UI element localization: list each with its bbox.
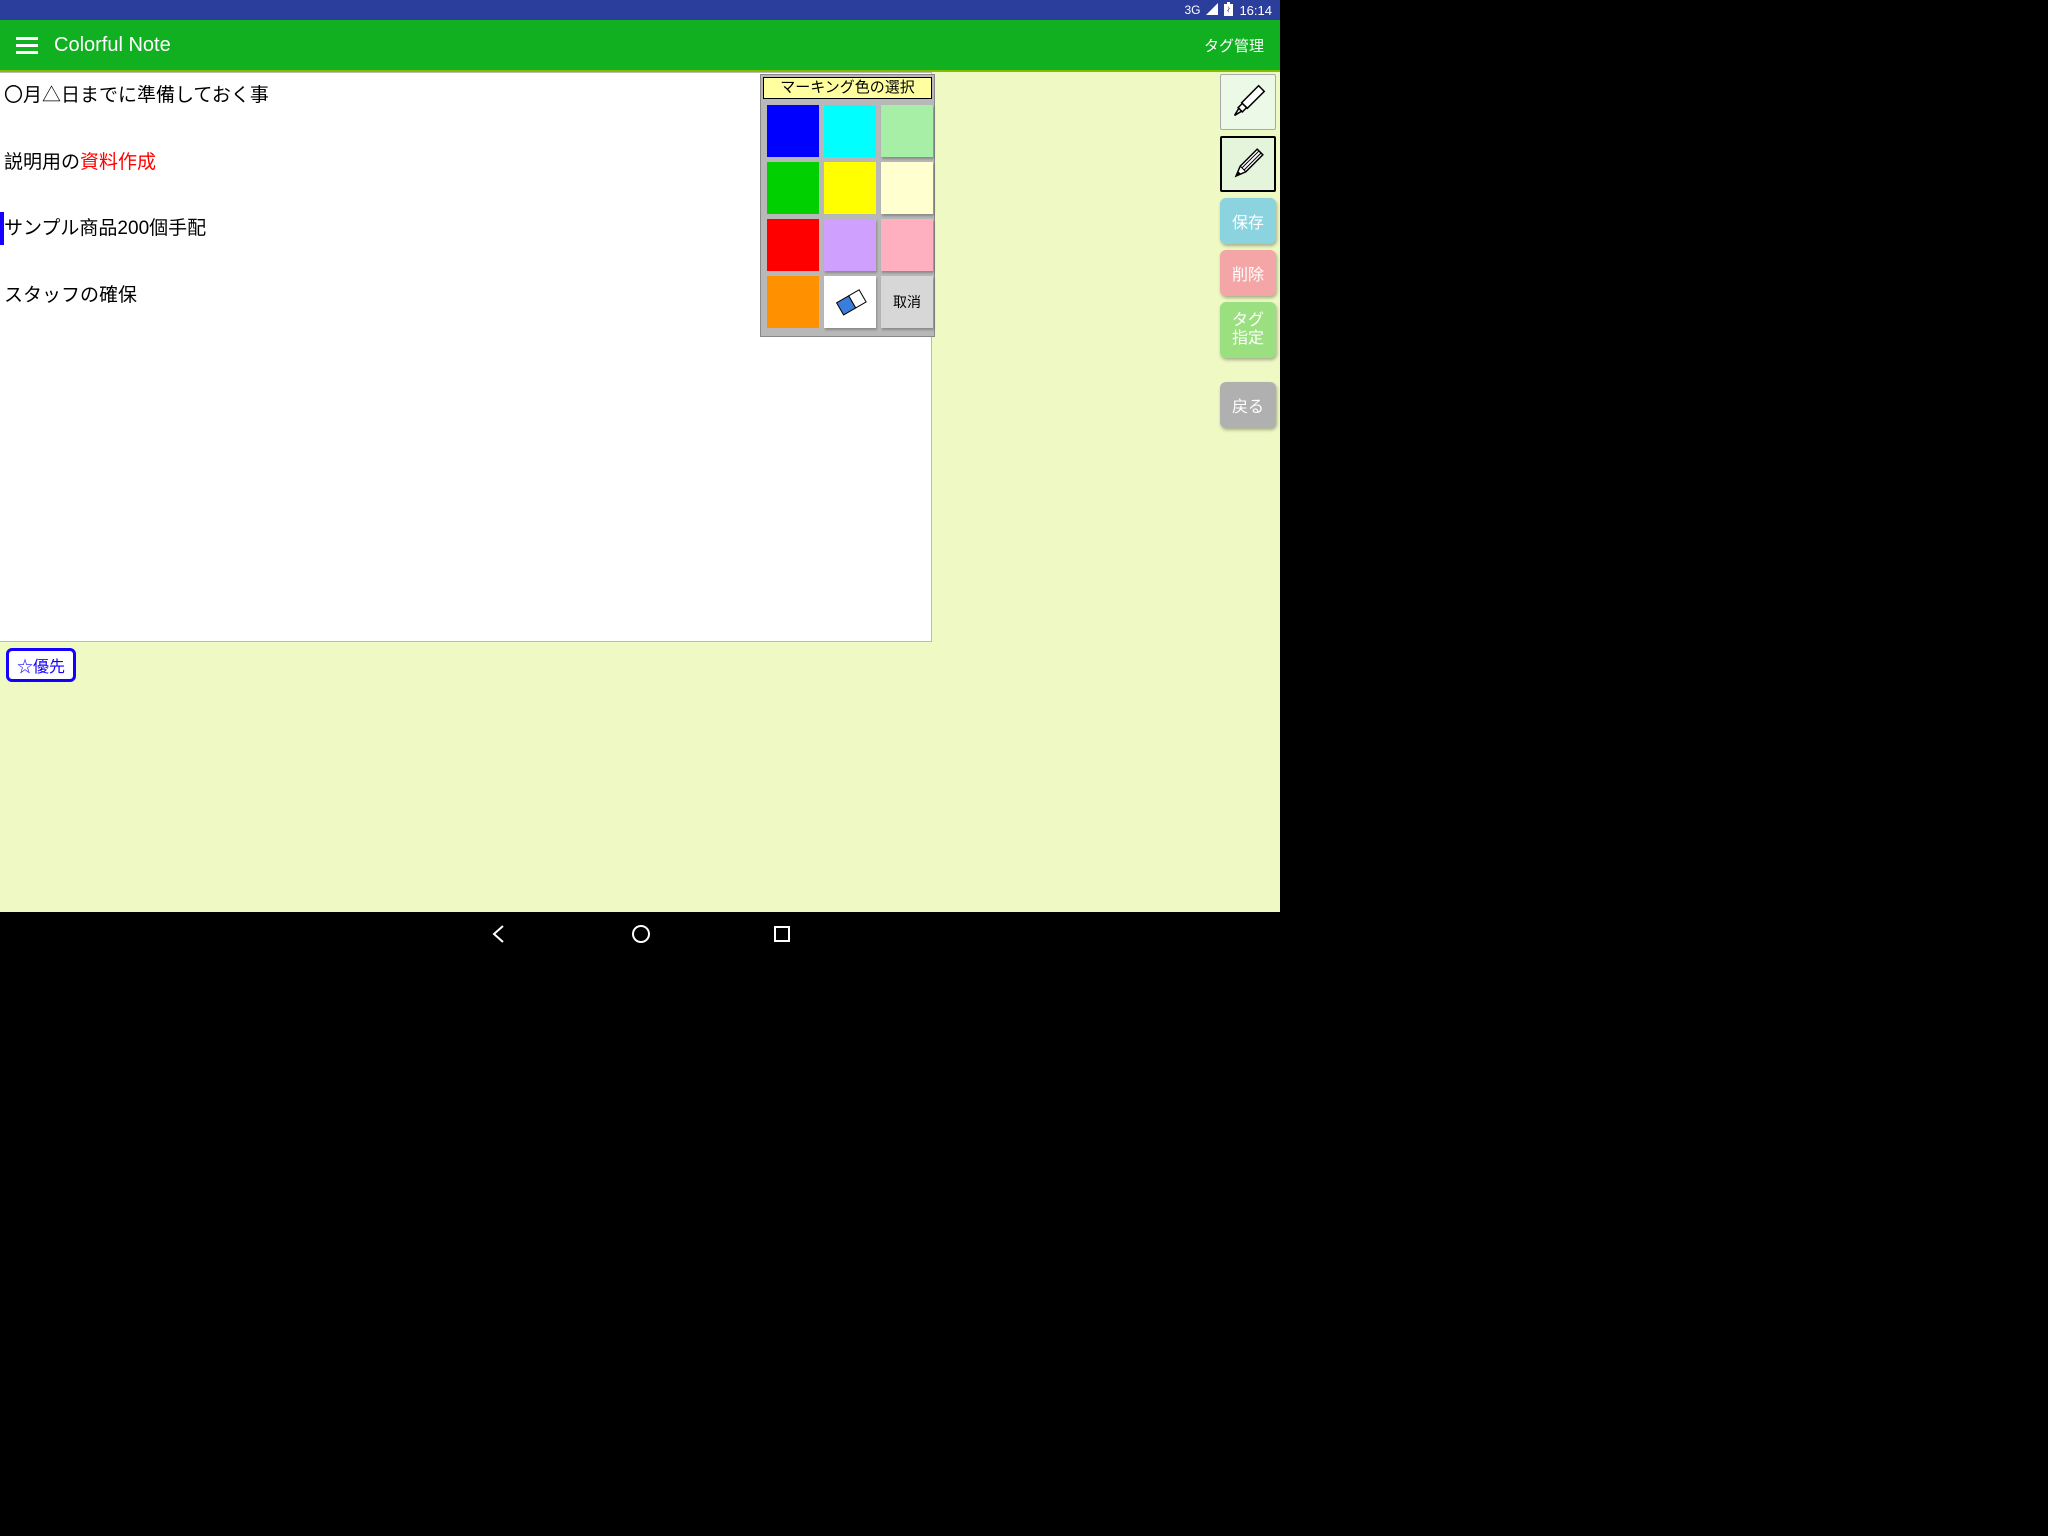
eraser-icon [830,285,870,319]
swatch-orange[interactable] [767,276,819,328]
priority-tag[interactable]: ☆優先 [6,648,76,682]
swatch-lightyellow[interactable] [881,162,933,214]
tag-assign-button[interactable]: タグ 指定 [1220,302,1276,358]
menu-icon[interactable] [16,37,38,54]
content-area: 〇月△日までに準備しておく事 説明用の資料作成 サンプル商品200個手配 スタッ… [0,70,1280,912]
pencil-icon [1225,141,1271,187]
nav-bar [0,912,1280,960]
swatch-yellow[interactable] [824,162,876,214]
swatch-blue[interactable] [767,105,819,157]
side-toolbar: 保存 削除 タグ 指定 戻る [1220,74,1276,428]
palette-title: マーキング色の選択 [763,77,932,99]
swatch-green[interactable] [767,162,819,214]
nav-back-icon[interactable] [488,923,510,950]
back-button[interactable]: 戻る [1220,382,1276,428]
marker-icon [1225,79,1271,125]
highlighted-text: 資料作成 [80,152,156,173]
save-button[interactable]: 保存 [1220,198,1276,244]
swatch-red[interactable] [767,219,819,271]
swatch-cyan[interactable] [824,105,876,157]
clock: 16:14 [1239,3,1272,18]
app-title: Colorful Note [54,34,171,57]
signal-icon [1206,3,1218,18]
swatch-lightgreen[interactable] [881,105,933,157]
cancel-button[interactable]: 取消 [881,276,933,328]
swatch-lavender[interactable] [824,219,876,271]
pencil-tool[interactable] [1220,136,1276,192]
network-indicator: 3G [1184,3,1200,17]
color-palette: マーキング色の選択 取消 [760,74,935,337]
marker-tool[interactable] [1220,74,1276,130]
status-bar: 3G 16:14 [0,0,1280,20]
eraser-button[interactable] [824,276,876,328]
swatch-pink[interactable] [881,219,933,271]
app-bar: Colorful Note タグ管理 [0,20,1280,70]
nav-home-icon[interactable] [630,923,652,950]
battery-icon [1224,2,1233,19]
delete-button[interactable]: 削除 [1220,250,1276,296]
tag-manage-action[interactable]: タグ管理 [1204,35,1264,56]
nav-recent-icon[interactable] [772,924,792,949]
